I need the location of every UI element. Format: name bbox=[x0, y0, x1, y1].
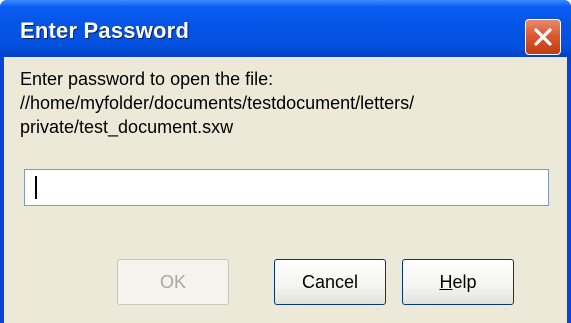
text-caret bbox=[35, 176, 37, 199]
password-field[interactable] bbox=[24, 169, 549, 206]
prompt-text: Enter password to open the file: bbox=[20, 69, 274, 89]
dialog-title: Enter Password bbox=[20, 18, 190, 43]
help-button[interactable]: Help bbox=[402, 259, 514, 305]
close-button[interactable] bbox=[525, 19, 561, 55]
title-bar[interactable]: Enter Password bbox=[0, 0, 571, 57]
password-dialog: Enter Password Enter password to open th… bbox=[0, 0, 571, 323]
file-path-line-1: //home/myfolder/documents/testdocument/l… bbox=[20, 93, 415, 113]
help-mnemonic: H bbox=[439, 271, 453, 292]
cancel-button[interactable]: Cancel bbox=[274, 259, 386, 305]
dialog-body: Enter password to open the file: //home/… bbox=[4, 57, 567, 323]
file-path-line-2: private/test_document.sxw bbox=[20, 117, 234, 137]
close-icon bbox=[534, 28, 552, 46]
help-label-rest: elp bbox=[452, 271, 477, 292]
ok-button[interactable]: OK bbox=[117, 259, 229, 305]
